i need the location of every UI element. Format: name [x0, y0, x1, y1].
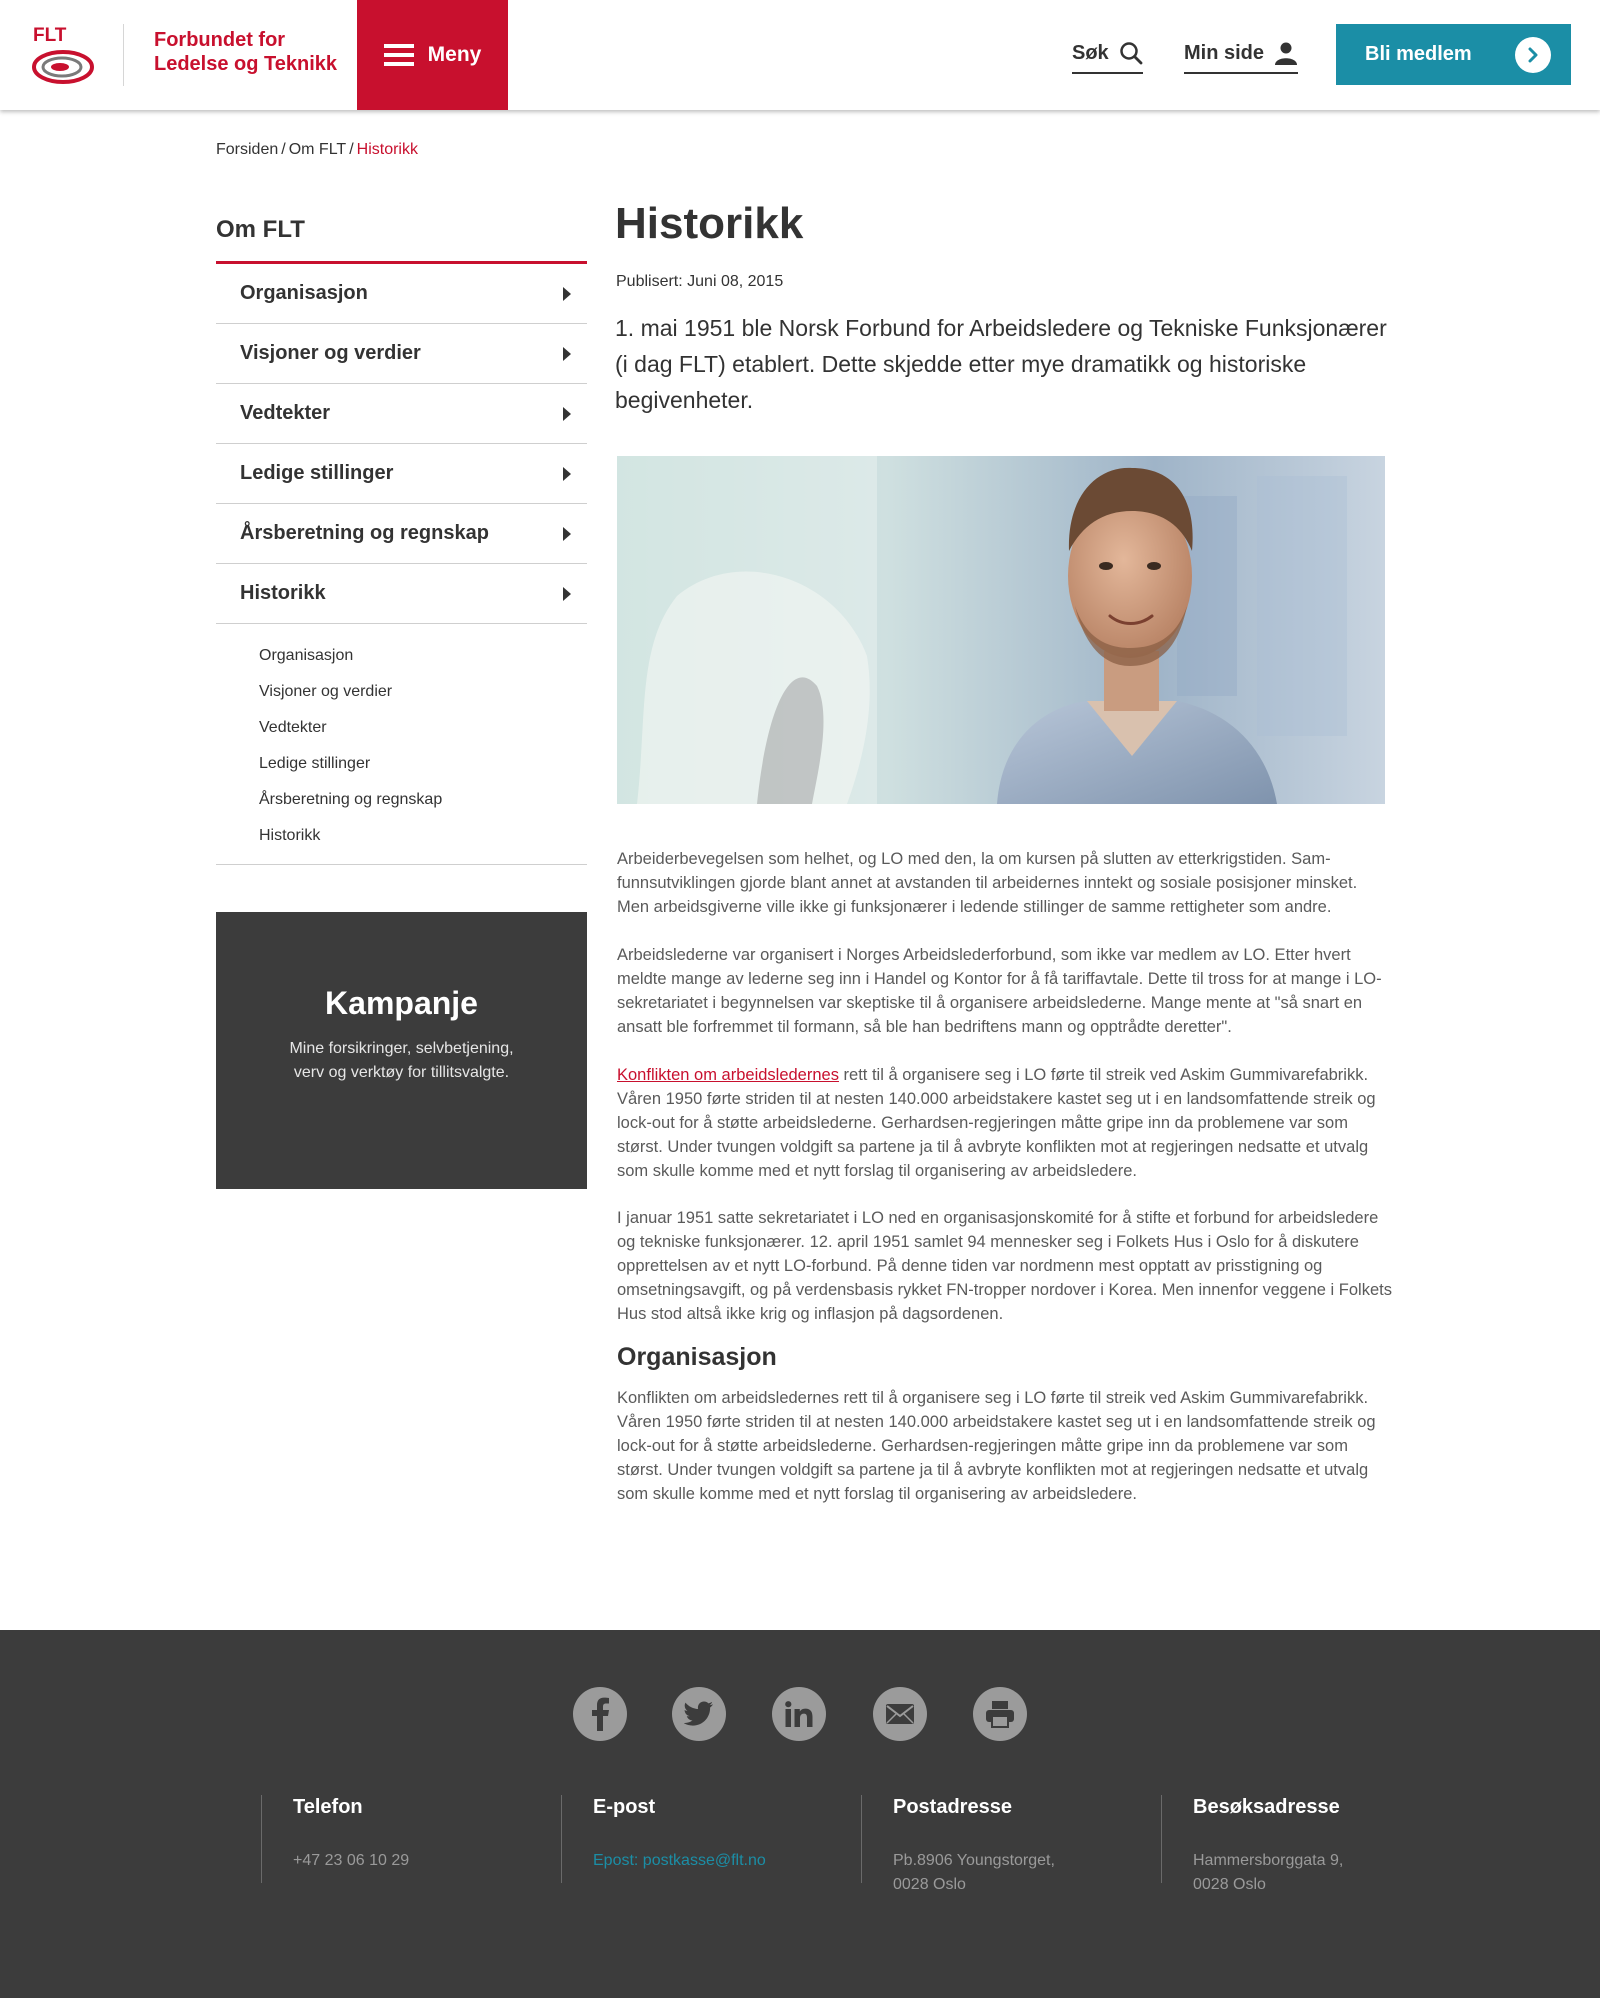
- caret-right-icon: [563, 346, 571, 361]
- subnav-item-vedtekter[interactable]: Vedtekter: [216, 715, 587, 751]
- footer-col-postadresse: Postadresse Pb.8906 Youngstorget, 0028 O…: [861, 1795, 1055, 1893]
- hamburger-icon: [383, 44, 414, 66]
- sidebar-item-vedtekter[interactable]: Vedtekter: [216, 384, 587, 444]
- published-date: Publisert: Juni 08, 2015: [616, 273, 784, 290]
- sidebar-item-label: Vedtekter: [240, 402, 331, 424]
- footer-col-telefon: Telefon +47 23 06 10 29: [261, 1795, 409, 1883]
- footer-heading: Telefon: [293, 1796, 363, 1818]
- footer-col-epost: E-post Epost: postkasse@flt.no: [561, 1795, 766, 1883]
- breadcrumb-current: Historikk: [356, 141, 418, 158]
- sidebar-item-arsberetning[interactable]: Årsberetning og regnskap: [216, 504, 587, 564]
- subnav-item-historikk[interactable]: Historikk: [216, 823, 587, 859]
- search-icon: [1119, 42, 1143, 65]
- brand-line-2: Ledelse og Teknikk: [154, 53, 338, 75]
- footer-visit-address: Hammersborggata 9, 0028 Oslo: [1193, 1852, 1344, 1893]
- caret-right-icon: [563, 466, 571, 481]
- article-paragraph: I januar 1951 satte sekretariatet i LO n…: [617, 1209, 1392, 1323]
- email-icon[interactable]: [873, 1687, 927, 1741]
- campaign-box[interactable]: Kampanje Mine forsikringer, selvbetjenin…: [216, 912, 587, 1189]
- join-label: Bli medlem: [1365, 43, 1472, 65]
- konflikten-link[interactable]: Konflikten om arbeidsledernes: [617, 1066, 839, 1084]
- page-title: Historikk: [615, 199, 804, 248]
- sidebar-item-label: Historikk: [240, 582, 326, 604]
- search-label: Søk: [1072, 41, 1109, 64]
- print-icon[interactable]: [973, 1687, 1027, 1741]
- article-lead: 1. mai 1951 ble Norsk Forbund for Arbeid…: [615, 315, 1387, 413]
- my-page-label: Min side: [1184, 41, 1265, 64]
- footer-heading: Postadresse: [893, 1796, 1012, 1818]
- caret-right-icon: [563, 586, 571, 601]
- footer-heading: Besøksadresse: [1193, 1796, 1340, 1818]
- chevron-right-icon: [1515, 37, 1551, 73]
- breadcrumb-separator: /: [349, 141, 354, 158]
- article-paragraph: Konflikten om arbeidsledernes rett til å…: [617, 1389, 1376, 1503]
- article-paragraph: Arbeidslederne var organisert i Norges A…: [617, 946, 1382, 1036]
- twitter-icon[interactable]: [672, 1687, 726, 1741]
- sidebar-item-historikk[interactable]: Historikk: [216, 564, 587, 624]
- sidebar-item-organisasjon[interactable]: Organisasjon: [216, 264, 587, 324]
- campaign-text: Mine forsikringer, selvbetjening, verv o…: [289, 1040, 514, 1081]
- subnav-item-visjoner[interactable]: Visjoner og verdier: [216, 679, 587, 715]
- footer-postal-address: Pb.8906 Youngstorget, 0028 Oslo: [893, 1852, 1055, 1893]
- sidebar-item-label: Årsberetning og regnskap: [240, 522, 489, 544]
- caret-right-icon: [563, 286, 571, 301]
- footer-email-link[interactable]: Epost: postkasse@flt.no: [593, 1849, 766, 1873]
- hero-image: [617, 456, 1385, 804]
- brand-name[interactable]: Forbundet for Ledelse og Teknikk: [154, 28, 354, 76]
- breadcrumb-om-flt[interactable]: Om FLT: [289, 141, 346, 158]
- breadcrumb-home[interactable]: Forsiden: [216, 141, 278, 158]
- footer-heading: E-post: [593, 1796, 656, 1818]
- brand-line-1: Forbundet for: [154, 29, 286, 51]
- caret-right-icon: [563, 406, 571, 421]
- search-link[interactable]: Søk: [1072, 38, 1143, 74]
- linkedin-icon[interactable]: [772, 1687, 826, 1741]
- flt-logo[interactable]: FLT: [30, 24, 96, 86]
- site-header: FLT Forbundet for Ledelse og Teknikk Men…: [0, 0, 1600, 110]
- sidebar-item-label: Organisasjon: [240, 282, 368, 304]
- join-button[interactable]: Bli medlem: [1336, 24, 1571, 85]
- site-footer: Telefon +47 23 06 10 29 E-post Epost: po…: [0, 1630, 1600, 1998]
- article-paragraph: Konflikten om arbeidsledernes rett til å…: [617, 1063, 1392, 1183]
- sidebar-item-label: Visjoner og verdier: [240, 342, 421, 364]
- section-heading: Organisasjon: [617, 1343, 777, 1371]
- caret-right-icon: [563, 526, 571, 541]
- sidebar-item-ledige-stillinger[interactable]: Ledige stillinger: [216, 444, 587, 504]
- facebook-icon[interactable]: [573, 1687, 627, 1741]
- subnav-item-ledige-stillinger[interactable]: Ledige stillinger: [216, 751, 587, 787]
- article-paragraph: Arbeiderbevegelsen som helhet, og LO med…: [617, 850, 1358, 916]
- sidebar-item-label: Ledige stillinger: [240, 462, 394, 484]
- my-page-link[interactable]: Min side: [1184, 38, 1299, 74]
- sidebar-item-visjoner[interactable]: Visjoner og verdier: [216, 324, 587, 384]
- sidebar-nav: Organisasjon Visjoner og verdier Vedtekt…: [216, 264, 587, 624]
- logo-text: FLT: [33, 25, 67, 46]
- subnav-item-organisasjon[interactable]: Organisasjon: [216, 643, 587, 679]
- breadcrumb: Forsiden / Om FLT / Historikk: [216, 141, 418, 159]
- campaign-title: Kampanje: [325, 985, 478, 1021]
- sidebar-title: Om FLT: [216, 216, 305, 243]
- user-icon: [1275, 42, 1298, 65]
- footer-phone[interactable]: +47 23 06 10 29: [293, 1849, 409, 1873]
- footer-col-besoksadresse: Besøksadresse Hammersborggata 9, 0028 Os…: [1161, 1795, 1343, 1893]
- menu-label: Meny: [427, 43, 482, 66]
- menu-button[interactable]: Meny: [357, 0, 508, 110]
- subnav-item-arsberetning[interactable]: Årsberetning og regnskap: [216, 787, 587, 823]
- logo-divider: [123, 24, 124, 86]
- breadcrumb-separator: /: [281, 141, 286, 158]
- sidebar-subnav: Organisasjon Visjoner og verdier Vedtekt…: [216, 640, 587, 865]
